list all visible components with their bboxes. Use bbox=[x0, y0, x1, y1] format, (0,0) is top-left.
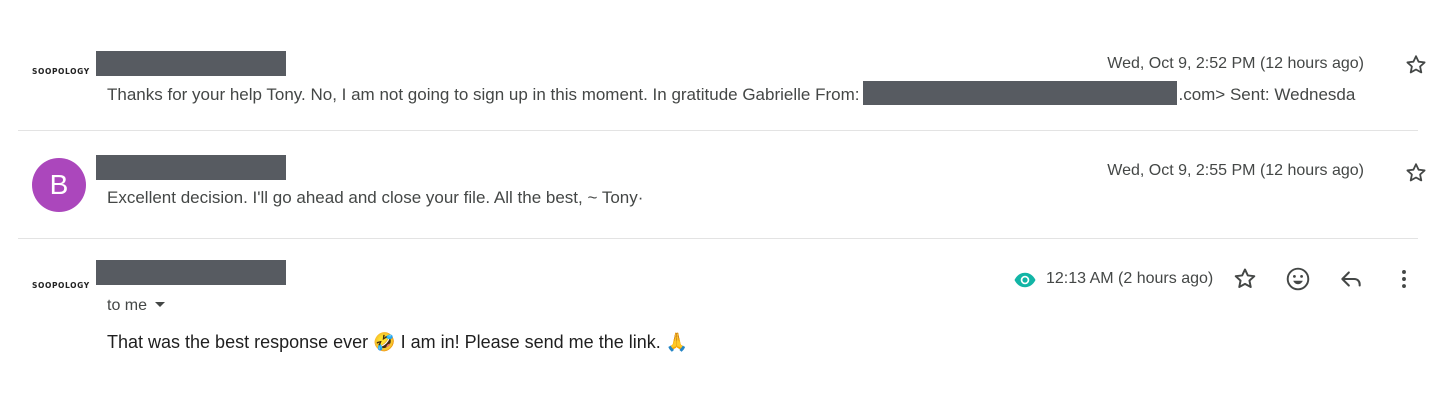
sender-logo: SOOPOLOGY bbox=[32, 281, 90, 290]
star-icon[interactable] bbox=[1404, 53, 1428, 77]
star-icon[interactable] bbox=[1232, 266, 1258, 292]
message-time: 12:13 AM (2 hours ago) bbox=[1046, 270, 1214, 287]
sender-logo: SOOPOLOGY bbox=[32, 67, 90, 76]
email-thread: SOOPOLOGY Thanks for your help Tony. No,… bbox=[0, 0, 1456, 412]
laughing-emoji: 🤣 bbox=[373, 332, 396, 353]
message-snippet: Thanks for your help Tony. No, I am not … bbox=[107, 81, 1369, 105]
message-divider bbox=[18, 238, 1418, 239]
redacted-sender-name bbox=[96, 260, 286, 285]
avatar: B bbox=[32, 158, 86, 212]
collapsed-message[interactable]: B Excellent decision. I'll go ahead and … bbox=[0, 145, 1456, 237]
emoji-icon[interactable] bbox=[1285, 266, 1311, 292]
recipient-label: to me bbox=[107, 297, 148, 314]
message-date: Wed, Oct 9, 2:55 PM (12 hours ago) bbox=[1107, 162, 1364, 179]
snippet-text: Thanks for your help Tony. No, I am not … bbox=[107, 85, 860, 104]
message-body: That was the best response ever 🤣 I am i… bbox=[107, 332, 689, 353]
praying-hands-emoji: 🙏 bbox=[665, 332, 689, 353]
message-divider bbox=[18, 130, 1418, 131]
expanded-message: SOOPOLOGY to me That was the best respon… bbox=[0, 250, 1456, 400]
reply-icon[interactable] bbox=[1338, 266, 1364, 292]
snippet-text-continued: .com> Sent: Wednesda bbox=[1178, 85, 1356, 104]
more-vert-icon[interactable] bbox=[1391, 266, 1417, 292]
recipient-details-toggle[interactable]: to me bbox=[107, 297, 166, 315]
redacted-sender-name bbox=[96, 155, 286, 180]
message-snippet: Excellent decision. I'll go ahead and cl… bbox=[107, 188, 644, 207]
chevron-down-icon bbox=[155, 302, 166, 307]
eye-icon[interactable] bbox=[1013, 268, 1037, 292]
redacted-sender-name bbox=[96, 51, 286, 76]
star-icon[interactable] bbox=[1404, 161, 1428, 185]
message-date: Wed, Oct 9, 2:52 PM (12 hours ago) bbox=[1107, 55, 1364, 72]
redacted-email bbox=[863, 81, 1178, 105]
collapsed-message[interactable]: SOOPOLOGY Thanks for your help Tony. No,… bbox=[0, 40, 1456, 130]
